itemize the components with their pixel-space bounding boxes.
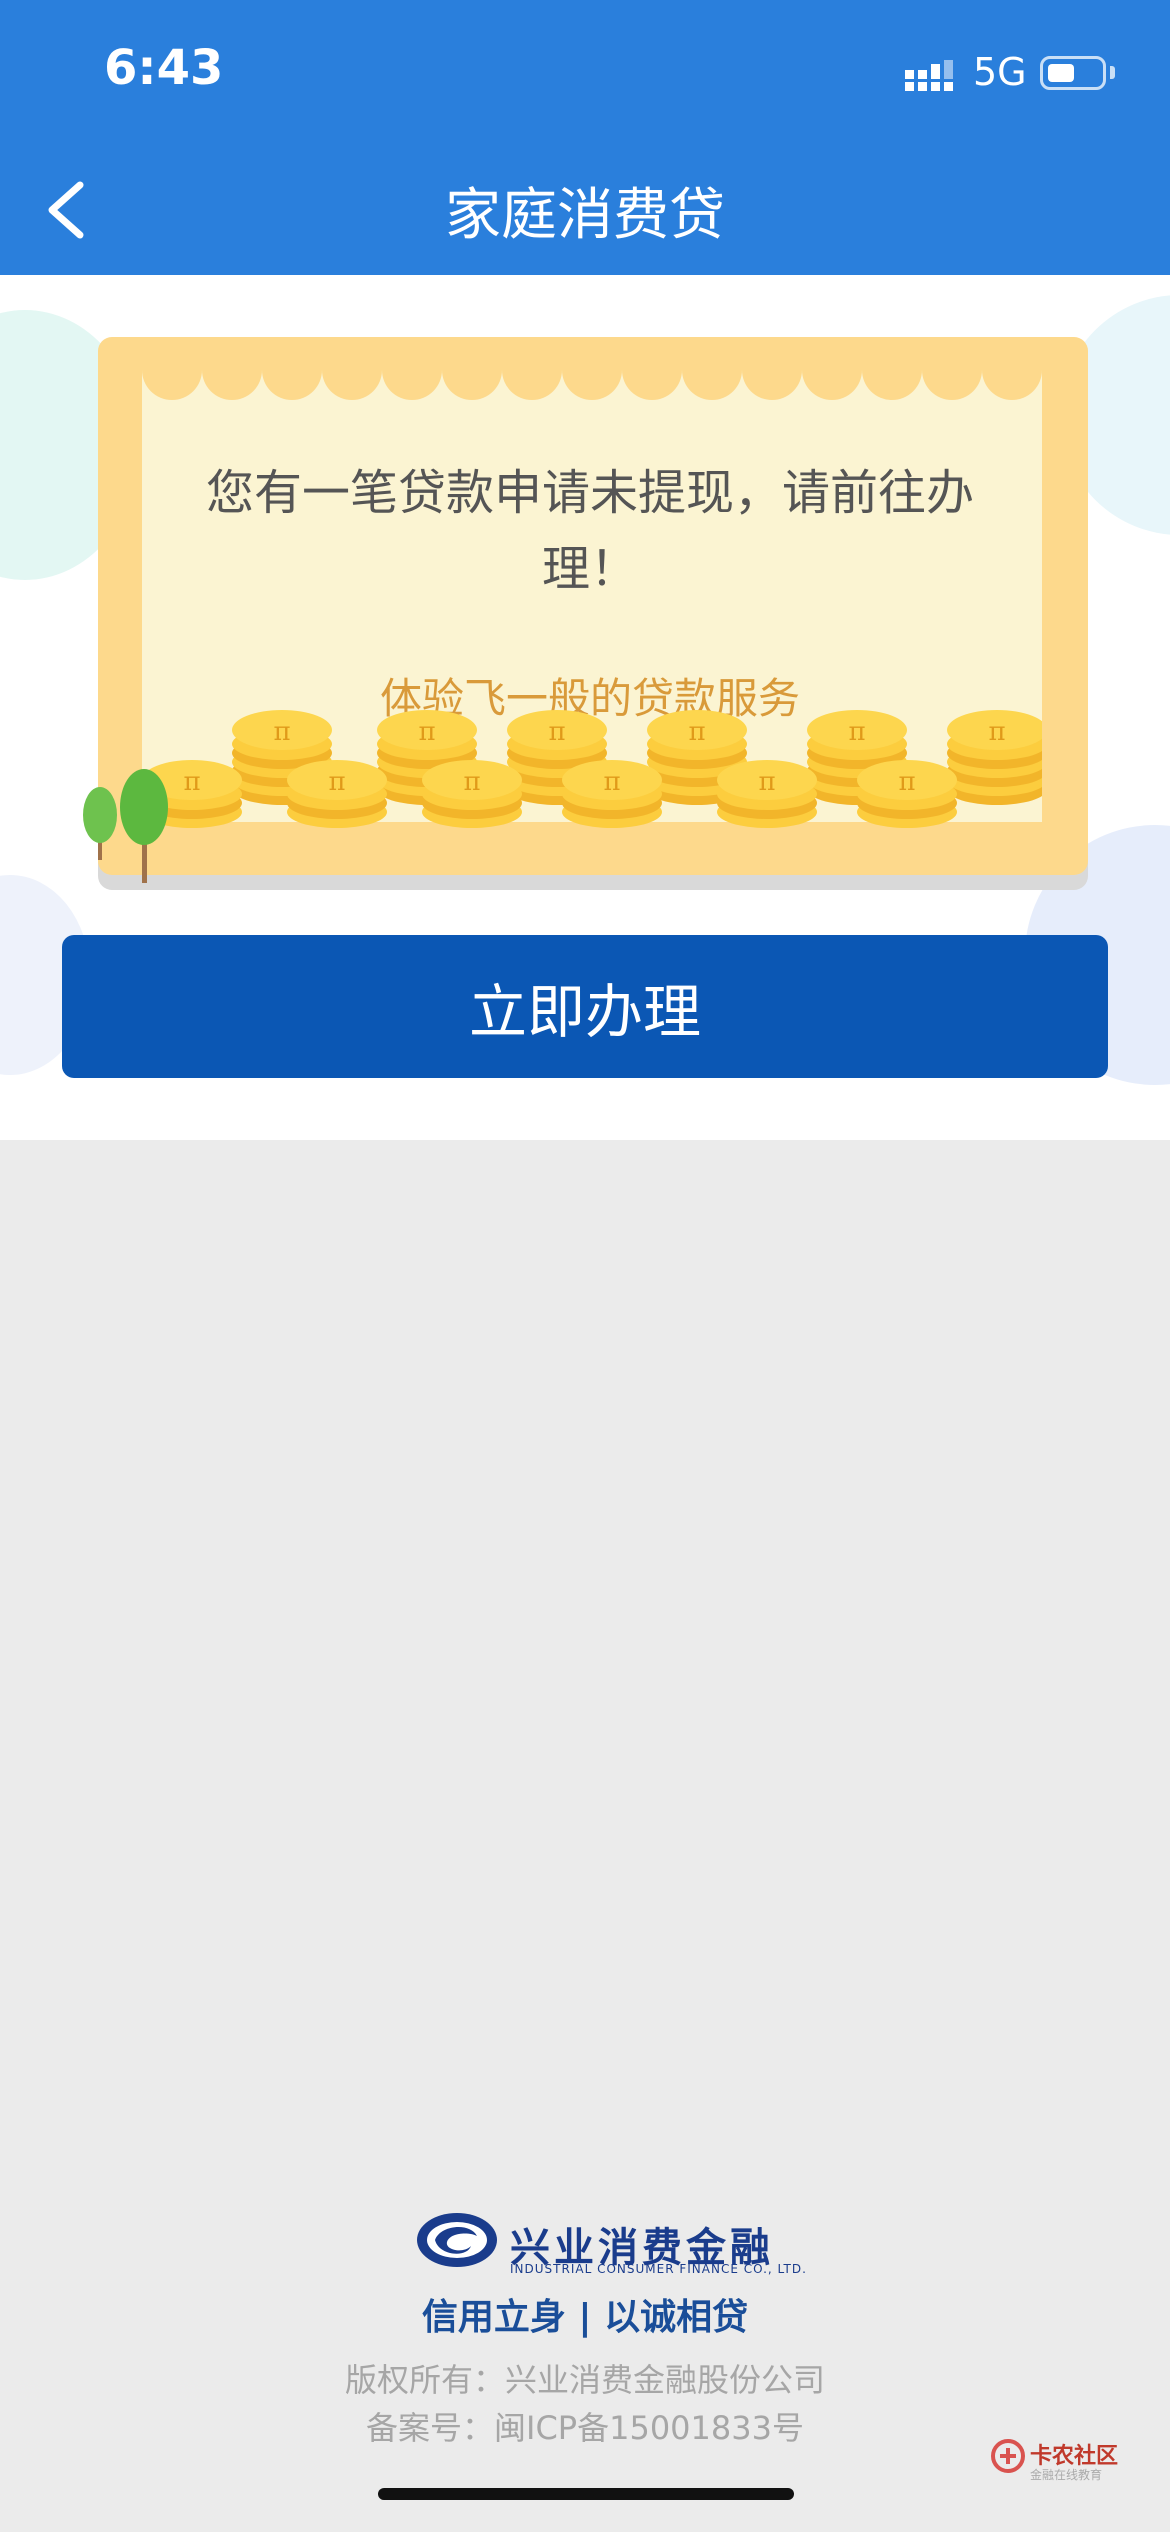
brand-logo-icon [417,2213,497,2267]
apply-now-button[interactable]: 立即办理 [62,935,1108,1078]
svg-text:π: π [848,717,865,747]
status-bar: 6:43 5G [0,0,1170,140]
coins-illustration: π π π π π ππ π π π π π [142,710,1042,828]
tree-illustration [83,769,168,883]
status-time: 6:43 [104,40,224,96]
svg-text:π: π [273,717,290,747]
svg-text:π: π [758,767,775,797]
home-indicator [378,2488,794,2500]
svg-text:π: π [898,767,915,797]
svg-text:π: π [328,767,345,797]
brand-slogan: 信用立身 | 以诚相贷 [421,2297,749,2338]
copyright-text: 版权所有：兴业消费金融股份公司 [344,2361,825,2399]
page-title: 家庭消费贷 [445,183,725,248]
watermark-subtext: 金融在线教育 [1030,2468,1103,2482]
brand-name-en: INDUSTRIAL CONSUMER FINANCE CO., LTD. [510,2262,807,2276]
watermark-logo-icon [991,2439,1025,2473]
svg-text:π: π [463,767,480,797]
svg-text:π: π [418,717,435,747]
battery-tip [1110,66,1115,79]
network-type: 5G [973,50,1027,94]
battery-icon [1040,56,1106,90]
scallop-border [142,368,1042,400]
svg-text:π: π [688,717,705,747]
svg-text:π: π [183,767,200,797]
svg-text:π: π [988,717,1005,747]
signal-icon [905,60,953,91]
svg-text:π: π [548,717,565,747]
svg-text:π: π [603,767,620,797]
nav-bar: 家庭消费贷 [0,140,1170,275]
notice-message: 您有一笔贷款申请未提现，请前往办理！ [205,465,974,597]
